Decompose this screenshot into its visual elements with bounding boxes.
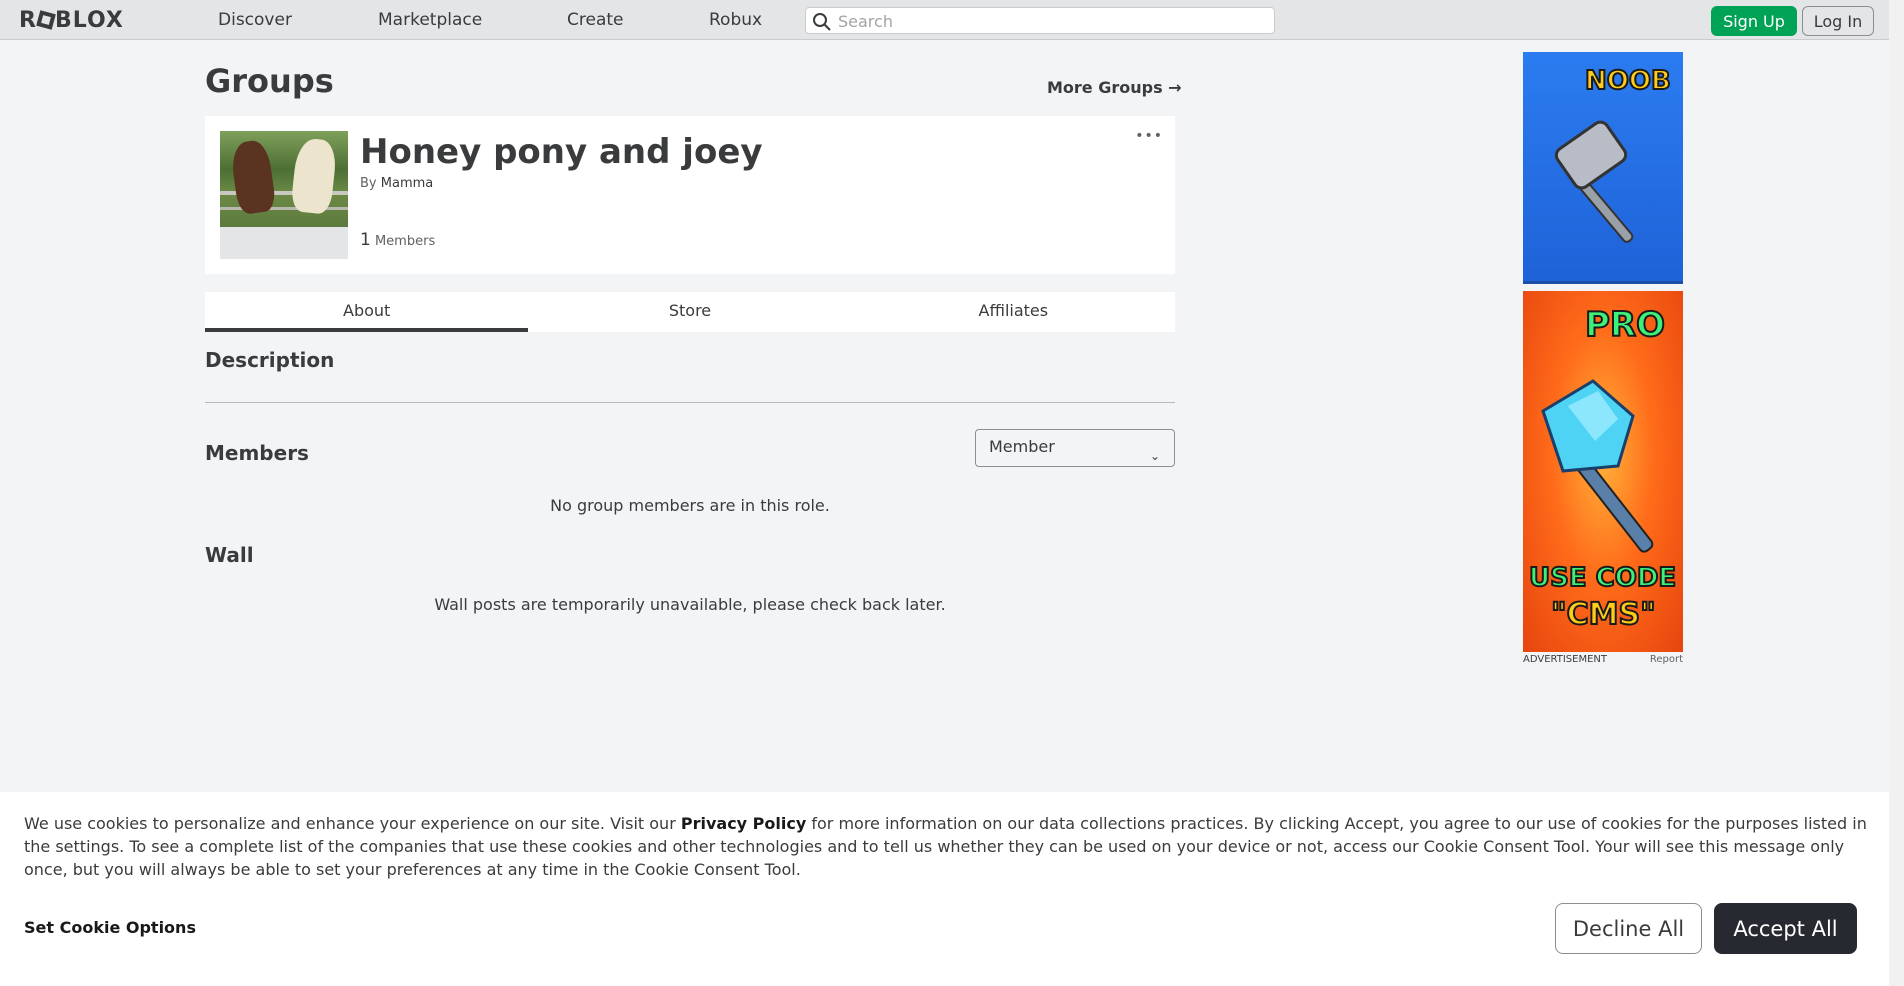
group-emblem <box>220 131 348 259</box>
accept-all-button[interactable]: Accept All <box>1714 903 1857 954</box>
search-input[interactable] <box>838 11 1258 31</box>
group-tabs: About Store Affiliates <box>205 292 1175 332</box>
chevron-down-icon: ⌄ <box>1149 449 1160 463</box>
wall-heading: Wall <box>205 543 254 567</box>
search-box[interactable] <box>805 7 1275 34</box>
ad-use-code-text: USE CODE <box>1528 562 1677 594</box>
privacy-policy-link[interactable]: Privacy Policy <box>681 814 806 833</box>
member-count: 1 Members <box>360 230 435 250</box>
description-heading: Description <box>205 348 335 372</box>
role-selected-value: Member <box>989 437 1055 456</box>
roblox-logo[interactable]: R BLOX <box>19 8 124 33</box>
advertisement-label: ADVERTISEMENT <box>1523 654 1608 665</box>
by-prefix: By <box>360 176 377 191</box>
page-scrollbar[interactable] <box>1889 0 1904 986</box>
tab-affiliates[interactable]: Affiliates <box>852 292 1175 332</box>
cookie-text-before: We use cookies to personalize and enhanc… <box>24 814 681 833</box>
advertisement-banner-bottom[interactable]: PRO USE CODE "CMS" <box>1523 291 1683 652</box>
owner-link[interactable]: Mamma <box>381 176 433 191</box>
member-count-number: 1 <box>360 230 371 250</box>
more-options-icon[interactable]: ••• <box>1135 128 1163 144</box>
log-in-button[interactable]: Log In <box>1802 6 1874 36</box>
nav-marketplace[interactable]: Marketplace <box>378 10 482 30</box>
ad-label: ADVERTISEMENT Report <box>1523 654 1683 665</box>
hammer-icon <box>1554 120 1634 243</box>
section-divider <box>205 402 1175 403</box>
more-groups-link[interactable]: More Groups → <box>1047 78 1182 97</box>
wall-unavailable-message: Wall posts are temporarily unavailable, … <box>434 595 946 614</box>
group-name: Honey pony and joey <box>360 132 763 172</box>
role-dropdown[interactable]: Member ⌄ <box>975 429 1175 467</box>
cookie-consent-banner: We use cookies to personalize and enhanc… <box>0 792 1889 986</box>
tab-about[interactable]: About <box>205 292 529 332</box>
sign-up-button[interactable]: Sign Up <box>1711 6 1797 36</box>
diamond-hammer-icon <box>1541 379 1654 553</box>
tab-store[interactable]: Store <box>528 292 851 332</box>
ad-pro-text: PRO <box>1584 304 1666 346</box>
members-heading: Members <box>205 441 309 465</box>
group-owner: By Mamma <box>360 176 433 191</box>
top-navigation-bar: R BLOX Discover Marketplace Create Robux … <box>0 0 1889 40</box>
nav-robux[interactable]: Robux <box>709 10 762 30</box>
advertisement-banner-top[interactable]: NOOB <box>1523 52 1683 284</box>
set-cookie-options-link[interactable]: Set Cookie Options <box>24 918 196 937</box>
nav-discover[interactable]: Discover <box>218 10 292 30</box>
group-header-card: Honey pony and joey By Mamma 1 Members •… <box>205 116 1175 274</box>
cookie-message: We use cookies to personalize and enhanc… <box>24 812 1874 881</box>
no-members-message: No group members are in this role. <box>550 496 830 515</box>
decline-all-button[interactable]: Decline All <box>1555 903 1702 954</box>
ad-code-text: "CMS" <box>1550 596 1657 633</box>
nav-create[interactable]: Create <box>567 10 624 30</box>
search-icon <box>813 13 831 31</box>
report-ad-link[interactable]: Report <box>1650 654 1683 665</box>
page-title: Groups <box>205 62 334 100</box>
members-label: Members <box>374 234 436 249</box>
